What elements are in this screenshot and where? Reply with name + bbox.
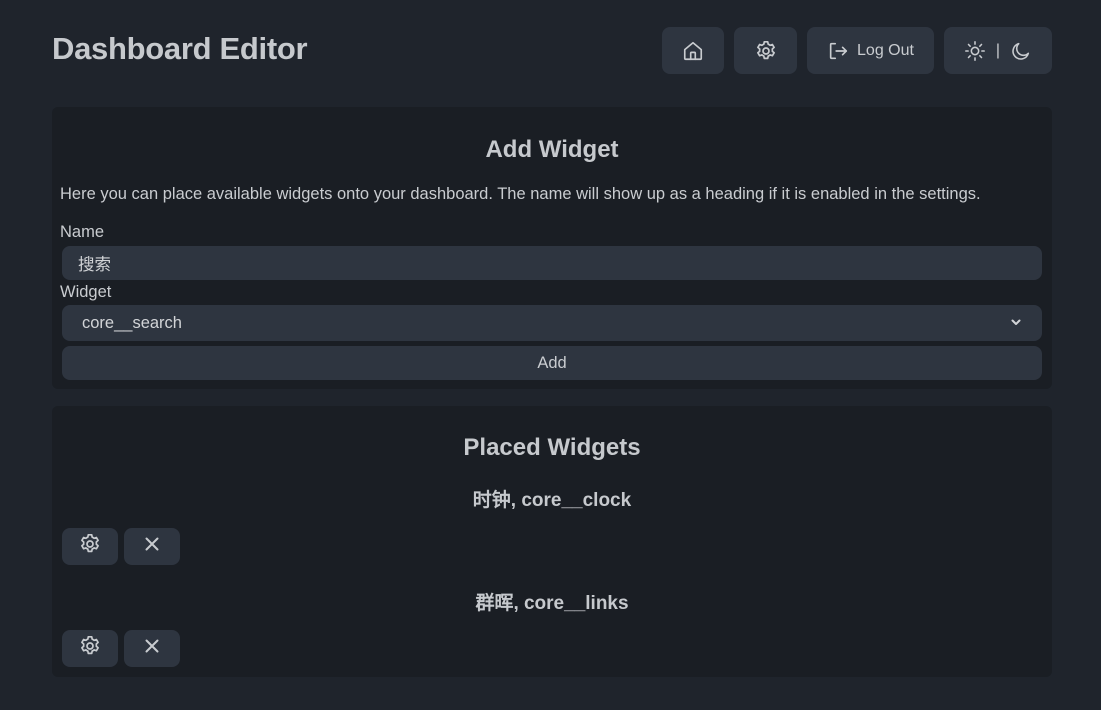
theme-toggle[interactable]: | [944,27,1052,74]
placed-widgets-card: Placed Widgets 时钟, core__clock 群晖, core_… [52,406,1052,677]
home-icon [682,40,704,62]
logout-button[interactable]: Log Out [807,27,934,74]
logout-icon [827,40,849,62]
add-widget-card: Add Widget Here you can place available … [52,107,1052,389]
sun-icon [964,40,986,62]
logout-label: Log Out [857,41,914,59]
header: Dashboard Editor Log Out | [52,27,1052,74]
theme-separator: | [995,41,1001,59]
name-input[interactable] [62,246,1042,280]
widget-label: Widget [60,283,112,301]
placed-widget-heading: 群晖, core__links [475,593,629,614]
name-label: Name [60,223,105,241]
widget-settings-button[interactable] [62,630,118,667]
close-icon [143,535,161,558]
add-widget-description: Here you can place available widgets ont… [60,185,981,203]
close-icon [143,637,161,660]
gear-icon [78,634,102,663]
widget-remove-button[interactable] [124,528,180,565]
widget-select-value: core__search [82,313,182,332]
widget-remove-button[interactable] [124,630,180,667]
chevron-down-icon [1010,314,1022,333]
placed-widgets-title: Placed Widgets [463,434,641,461]
widget-select[interactable]: core__search [62,305,1042,341]
widget-settings-button[interactable] [62,528,118,565]
add-button[interactable]: Add [62,346,1042,380]
gear-icon [754,39,778,63]
home-button[interactable] [662,27,724,74]
settings-button[interactable] [734,27,797,74]
placed-widget-heading: 时钟, core__clock [472,490,632,511]
page-title: Dashboard Editor [52,31,308,66]
gear-icon [78,532,102,561]
add-widget-title: Add Widget [485,136,619,163]
moon-icon [1010,40,1032,62]
